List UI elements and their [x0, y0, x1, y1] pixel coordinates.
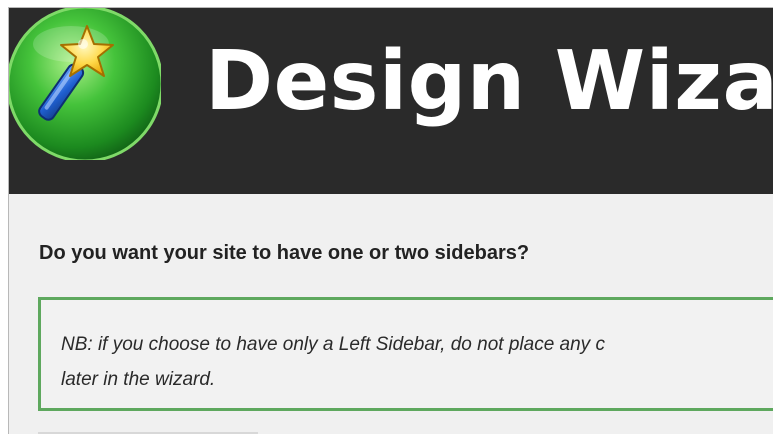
sidebar-question: Do you want your site to have one or two… — [39, 242, 530, 264]
wizard-window: Design Wizard Do you want your site to h… — [8, 7, 773, 434]
wizard-content: Do you want your site to have one or two… — [9, 194, 773, 434]
note-line-1: NB: if you choose to have only a Left Si… — [61, 334, 605, 355]
note-box: NB: if you choose to have only a Left Si… — [38, 297, 773, 411]
note-text: NB: if you choose to have only a Left Si… — [61, 327, 773, 397]
magic-wand-star-icon — [9, 8, 161, 160]
wizard-header: Design Wizard — [9, 8, 773, 194]
page-title: Design Wizard — [205, 34, 773, 129]
note-line-2: later in the wizard. — [61, 369, 216, 390]
